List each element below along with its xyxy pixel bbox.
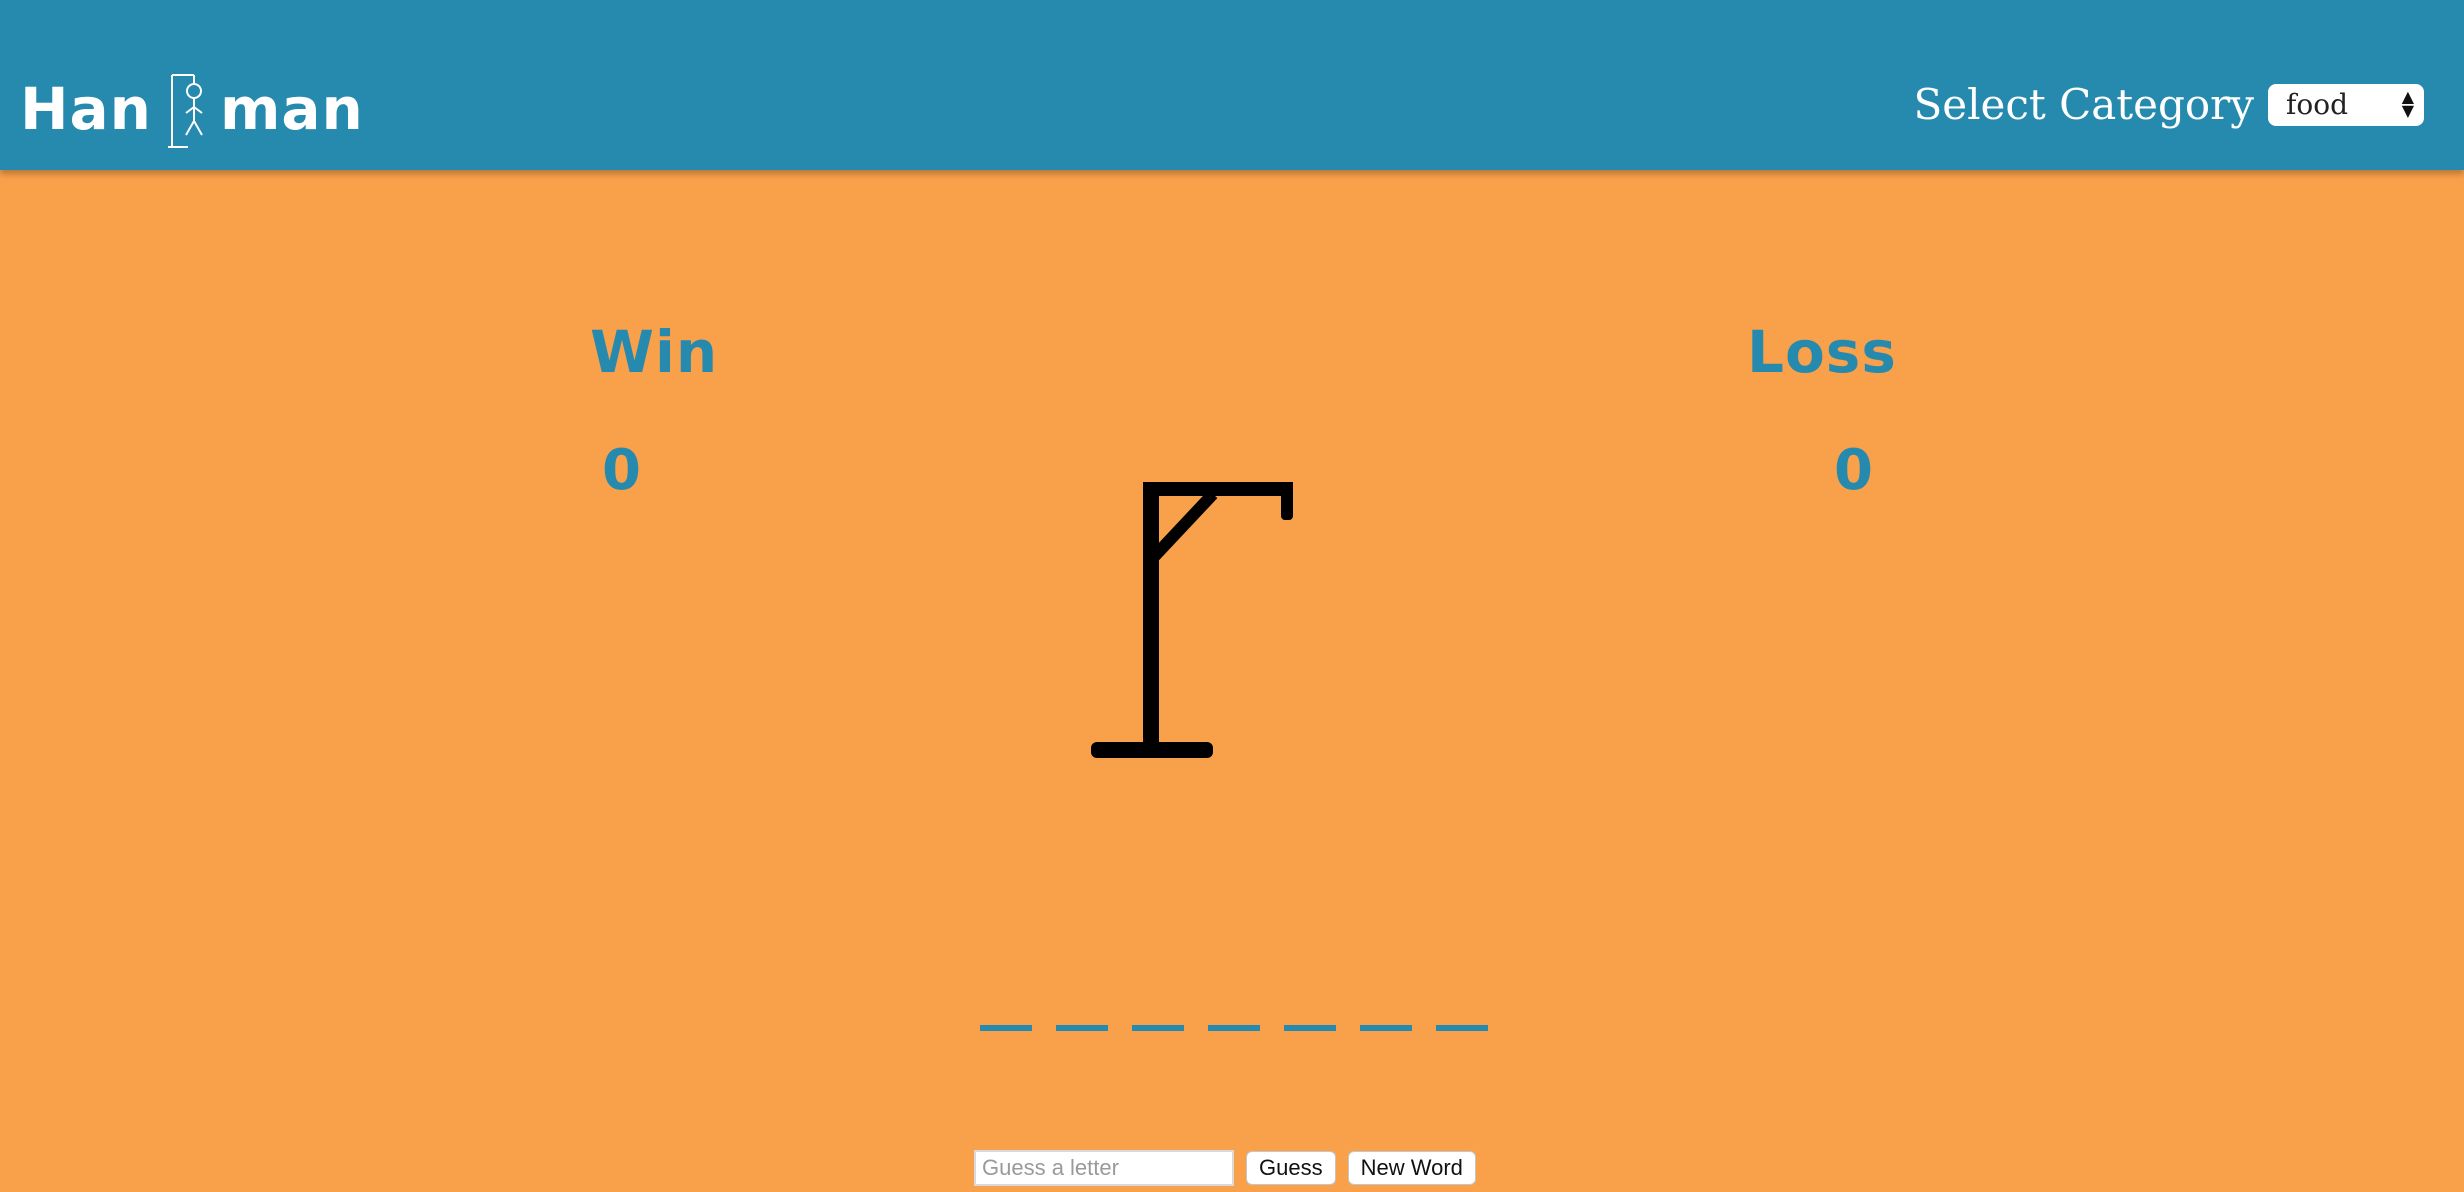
- guess-input[interactable]: [974, 1150, 1234, 1186]
- logo-text-left: Han: [20, 75, 152, 143]
- letter-blank: [1360, 1025, 1412, 1031]
- letter-blank: [1132, 1025, 1184, 1031]
- letter-blank: [1436, 1025, 1488, 1031]
- select-arrows-icon: ▲ ▼: [2401, 86, 2414, 120]
- category-selector: Select Category food ▲ ▼: [1913, 80, 2424, 129]
- word-blanks: [980, 1025, 1488, 1031]
- guess-controls: Guess New Word: [974, 1150, 1476, 1186]
- category-label: Select Category: [1913, 80, 2254, 129]
- category-select[interactable]: food ▲ ▼: [2268, 83, 2424, 126]
- letter-blank: [1208, 1025, 1260, 1031]
- app-header: Han man Select Category food ▲ ▼: [0, 0, 2464, 170]
- win-title: Win: [590, 318, 718, 386]
- loss-count: 0: [1834, 438, 1873, 503]
- letter-blank: [980, 1025, 1032, 1031]
- logo-text-right: man: [219, 75, 364, 143]
- win-label: Win: [590, 318, 719, 386]
- guess-button[interactable]: Guess: [1246, 1151, 1336, 1185]
- hangman-gallows: [1091, 482, 1293, 758]
- loss-label: Loss: [1747, 318, 1897, 386]
- letter-blank: [1056, 1025, 1108, 1031]
- win-count: 0: [602, 438, 641, 503]
- category-selected-value: food: [2286, 87, 2349, 121]
- new-word-button[interactable]: New Word: [1347, 1151, 1476, 1185]
- gallows-logo-icon: [167, 74, 203, 148]
- loss-title: Loss: [1747, 318, 1897, 386]
- logo: Han man: [20, 64, 364, 154]
- letter-blank: [1284, 1025, 1336, 1031]
